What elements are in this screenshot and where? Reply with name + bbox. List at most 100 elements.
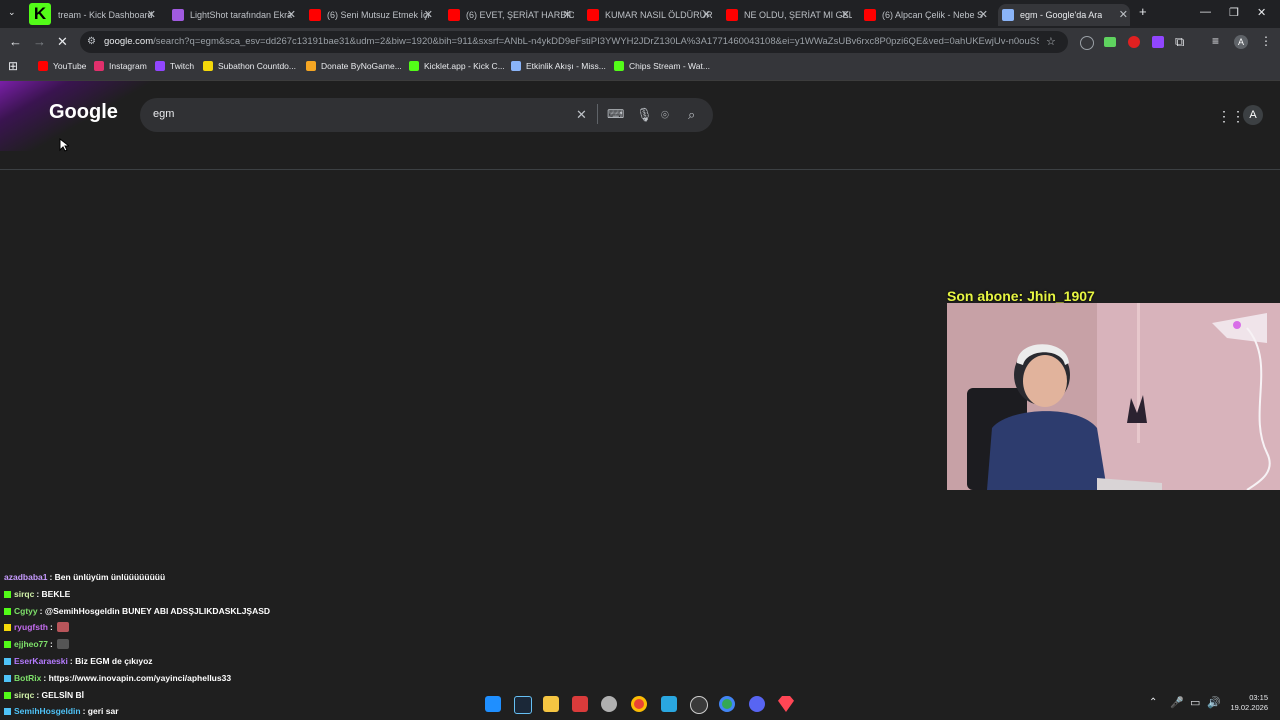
tab-6[interactable]: (6) Alpcan Çelik - Nebe S ✕ [860, 4, 990, 26]
extension-battery-icon[interactable] [1104, 37, 1116, 47]
tab-1[interactable]: LightShot tarafından Ekra ✕ [168, 4, 298, 26]
latest-subscriber-label: Son abone: Jhin_1907 [947, 288, 1095, 304]
tab-0[interactable]: tream - Kick Dashboard ✕ [28, 4, 158, 26]
bookmark-3[interactable]: Subathon Countdo... [203, 61, 296, 71]
google-logo[interactable]: Google [49, 101, 118, 124]
chat-text: : @SemihHosgeldin BUNEY ABI ADSŞJLIKDASK… [39, 606, 271, 616]
tab-5[interactable]: NE OLDU, ŞERİAT MI GEL ✕ [722, 4, 852, 26]
tab-close-icon[interactable]: ✕ [841, 8, 850, 21]
bookmark-icon [614, 61, 624, 71]
bookmark-label: Subathon Countdo... [218, 61, 296, 71]
tab-3[interactable]: (6) EVET, ŞERİAT HARBİDE ✕ [444, 4, 574, 26]
chat-text: : BEKLE [36, 589, 71, 599]
search-icon[interactable]: ⌕ [688, 107, 695, 123]
back-icon[interactable]: ← [9, 34, 22, 49]
tab-label: tream - Kick Dashboard [58, 10, 153, 20]
chat-message: SemihHosgeldin: geri sar [4, 706, 119, 716]
windows-start-icon[interactable] [485, 696, 501, 712]
maximize-button[interactable]: ❐ [1229, 6, 1239, 19]
tab-close-icon[interactable]: ✕ [287, 8, 296, 21]
tab-close-icon[interactable]: ✕ [563, 8, 572, 21]
youtube-icon [587, 9, 599, 21]
search-box[interactable] [140, 98, 713, 132]
site-info-icon[interactable]: ⚙ [87, 36, 96, 47]
close-window-button[interactable]: ✕ [1257, 6, 1266, 19]
bookmark-7[interactable]: Chips Stream - Wat... [614, 61, 710, 71]
search-divider [597, 104, 598, 124]
tray-mic-icon[interactable]: 🎤 [1170, 696, 1184, 709]
clear-search-icon[interactable]: ✕ [576, 107, 587, 123]
bookmark-0[interactable]: YouTube [38, 61, 86, 71]
chat-username: azadbaba1 [4, 572, 48, 582]
extensions-puzzle-icon[interactable]: ⧉ [1175, 34, 1184, 50]
tray-chevron-icon[interactable]: ⌃ [1149, 697, 1157, 708]
tab-2[interactable]: (6) Seni Mutsuz Etmek İçi ✕ [305, 4, 435, 26]
clock-time: 03:15 [1249, 693, 1268, 702]
new-tab-button[interactable]: + [1139, 4, 1147, 19]
tab-7[interactable]: egm - Google'da Ara ✕ [998, 4, 1130, 26]
account-avatar[interactable]: A [1243, 105, 1263, 125]
youtube-icon [448, 9, 460, 21]
chat-message: ryugfsth: [4, 622, 69, 632]
bookmark-1[interactable]: Instagram [94, 61, 147, 71]
lens-camera-icon[interactable]: ⌾ [661, 107, 669, 123]
apps-grid-icon[interactable]: ⊞ [8, 59, 18, 73]
tray-volume-icon[interactable]: 🔊 [1207, 696, 1221, 709]
bookmark-2[interactable]: Twitch [155, 61, 194, 71]
extension-twitch-icon[interactable] [1152, 36, 1164, 48]
bookmark-label: Donate ByNoGame... [321, 61, 402, 71]
stop-loading-icon[interactable]: ✕ [57, 34, 68, 50]
chat-text: : [50, 622, 53, 632]
bookmark-5[interactable]: Kicklet.app - Kick C... [409, 61, 505, 71]
chat-text: : geri sar [82, 706, 119, 716]
bookmark-label: YouTube [53, 61, 87, 71]
bookmark-6[interactable]: Etkinlik Akışı - Miss... [511, 61, 606, 71]
tab-search-button[interactable]: ⌄ [8, 7, 16, 18]
chrome-icon[interactable] [631, 696, 647, 712]
taskbar-clock[interactable]: 03:15 19.02.2026 [1222, 693, 1268, 713]
obs-studio-icon[interactable] [690, 696, 708, 714]
chat-emote-icon [56, 639, 69, 649]
tray-network-icon[interactable]: ▭ [1190, 696, 1200, 709]
minimize-button[interactable]: — [1200, 6, 1211, 18]
microphone-icon[interactable]: 🎙 [636, 107, 653, 123]
chat-text: : Ben ünlüyüm ünlüüüüüüüü [49, 572, 166, 582]
steam-icon[interactable] [514, 696, 532, 714]
tab-4[interactable]: KUMAR NASIL ÖLDÜRÜR ✕ [583, 4, 713, 26]
discord-icon[interactable] [749, 696, 765, 712]
app-blue-icon[interactable] [661, 696, 677, 712]
file-explorer-icon[interactable] [543, 696, 559, 712]
bookmark-icon [38, 61, 48, 71]
chat-badge-icon [4, 607, 11, 615]
tab-close-icon[interactable]: ✕ [147, 8, 156, 21]
keyboard-icon[interactable]: ⌨ [607, 107, 624, 121]
browser-menu-icon[interactable]: ⋮ [1260, 34, 1272, 48]
extension-shield-icon[interactable] [1080, 36, 1094, 50]
forward-icon[interactable]: → [33, 34, 46, 49]
chat-username: Cgtyy [14, 606, 38, 616]
youtube-icon [864, 9, 876, 21]
google-icon [1002, 9, 1014, 21]
url-text[interactable]: google.com/search?q=egm&sca_esv=dd267c13… [104, 36, 1039, 47]
chrome-active-icon[interactable] [719, 696, 735, 712]
valorant-icon[interactable] [778, 696, 794, 712]
media-control-icon[interactable]: ≡ [1212, 34, 1219, 48]
tab-close-icon[interactable]: ✕ [702, 8, 711, 21]
tab-close-icon[interactable]: ✕ [1119, 8, 1128, 21]
bookmark-star-icon[interactable]: ☆ [1046, 35, 1056, 48]
voicemeeter-icon[interactable] [572, 696, 588, 712]
tab-label: LightShot tarafından Ekra [190, 10, 293, 20]
profile-avatar-icon[interactable]: A [1234, 35, 1248, 49]
google-apps-icon[interactable]: ⋮⋮ [1217, 108, 1245, 125]
search-input[interactable]: egm [153, 108, 174, 120]
tab-close-icon[interactable]: ✕ [979, 8, 988, 21]
extension-opera-icon[interactable] [1128, 36, 1140, 48]
chat-badge-icon [4, 674, 11, 682]
bookmark-label: Etkinlik Akışı - Miss... [526, 61, 606, 71]
youtube-icon [309, 9, 321, 21]
bookmark-4[interactable]: Donate ByNoGame... [306, 61, 402, 71]
chat-badge-icon [4, 640, 11, 648]
obs-horse-icon[interactable] [601, 696, 617, 712]
tab-close-icon[interactable]: ✕ [424, 8, 433, 21]
url-domain: google.com [104, 36, 154, 47]
